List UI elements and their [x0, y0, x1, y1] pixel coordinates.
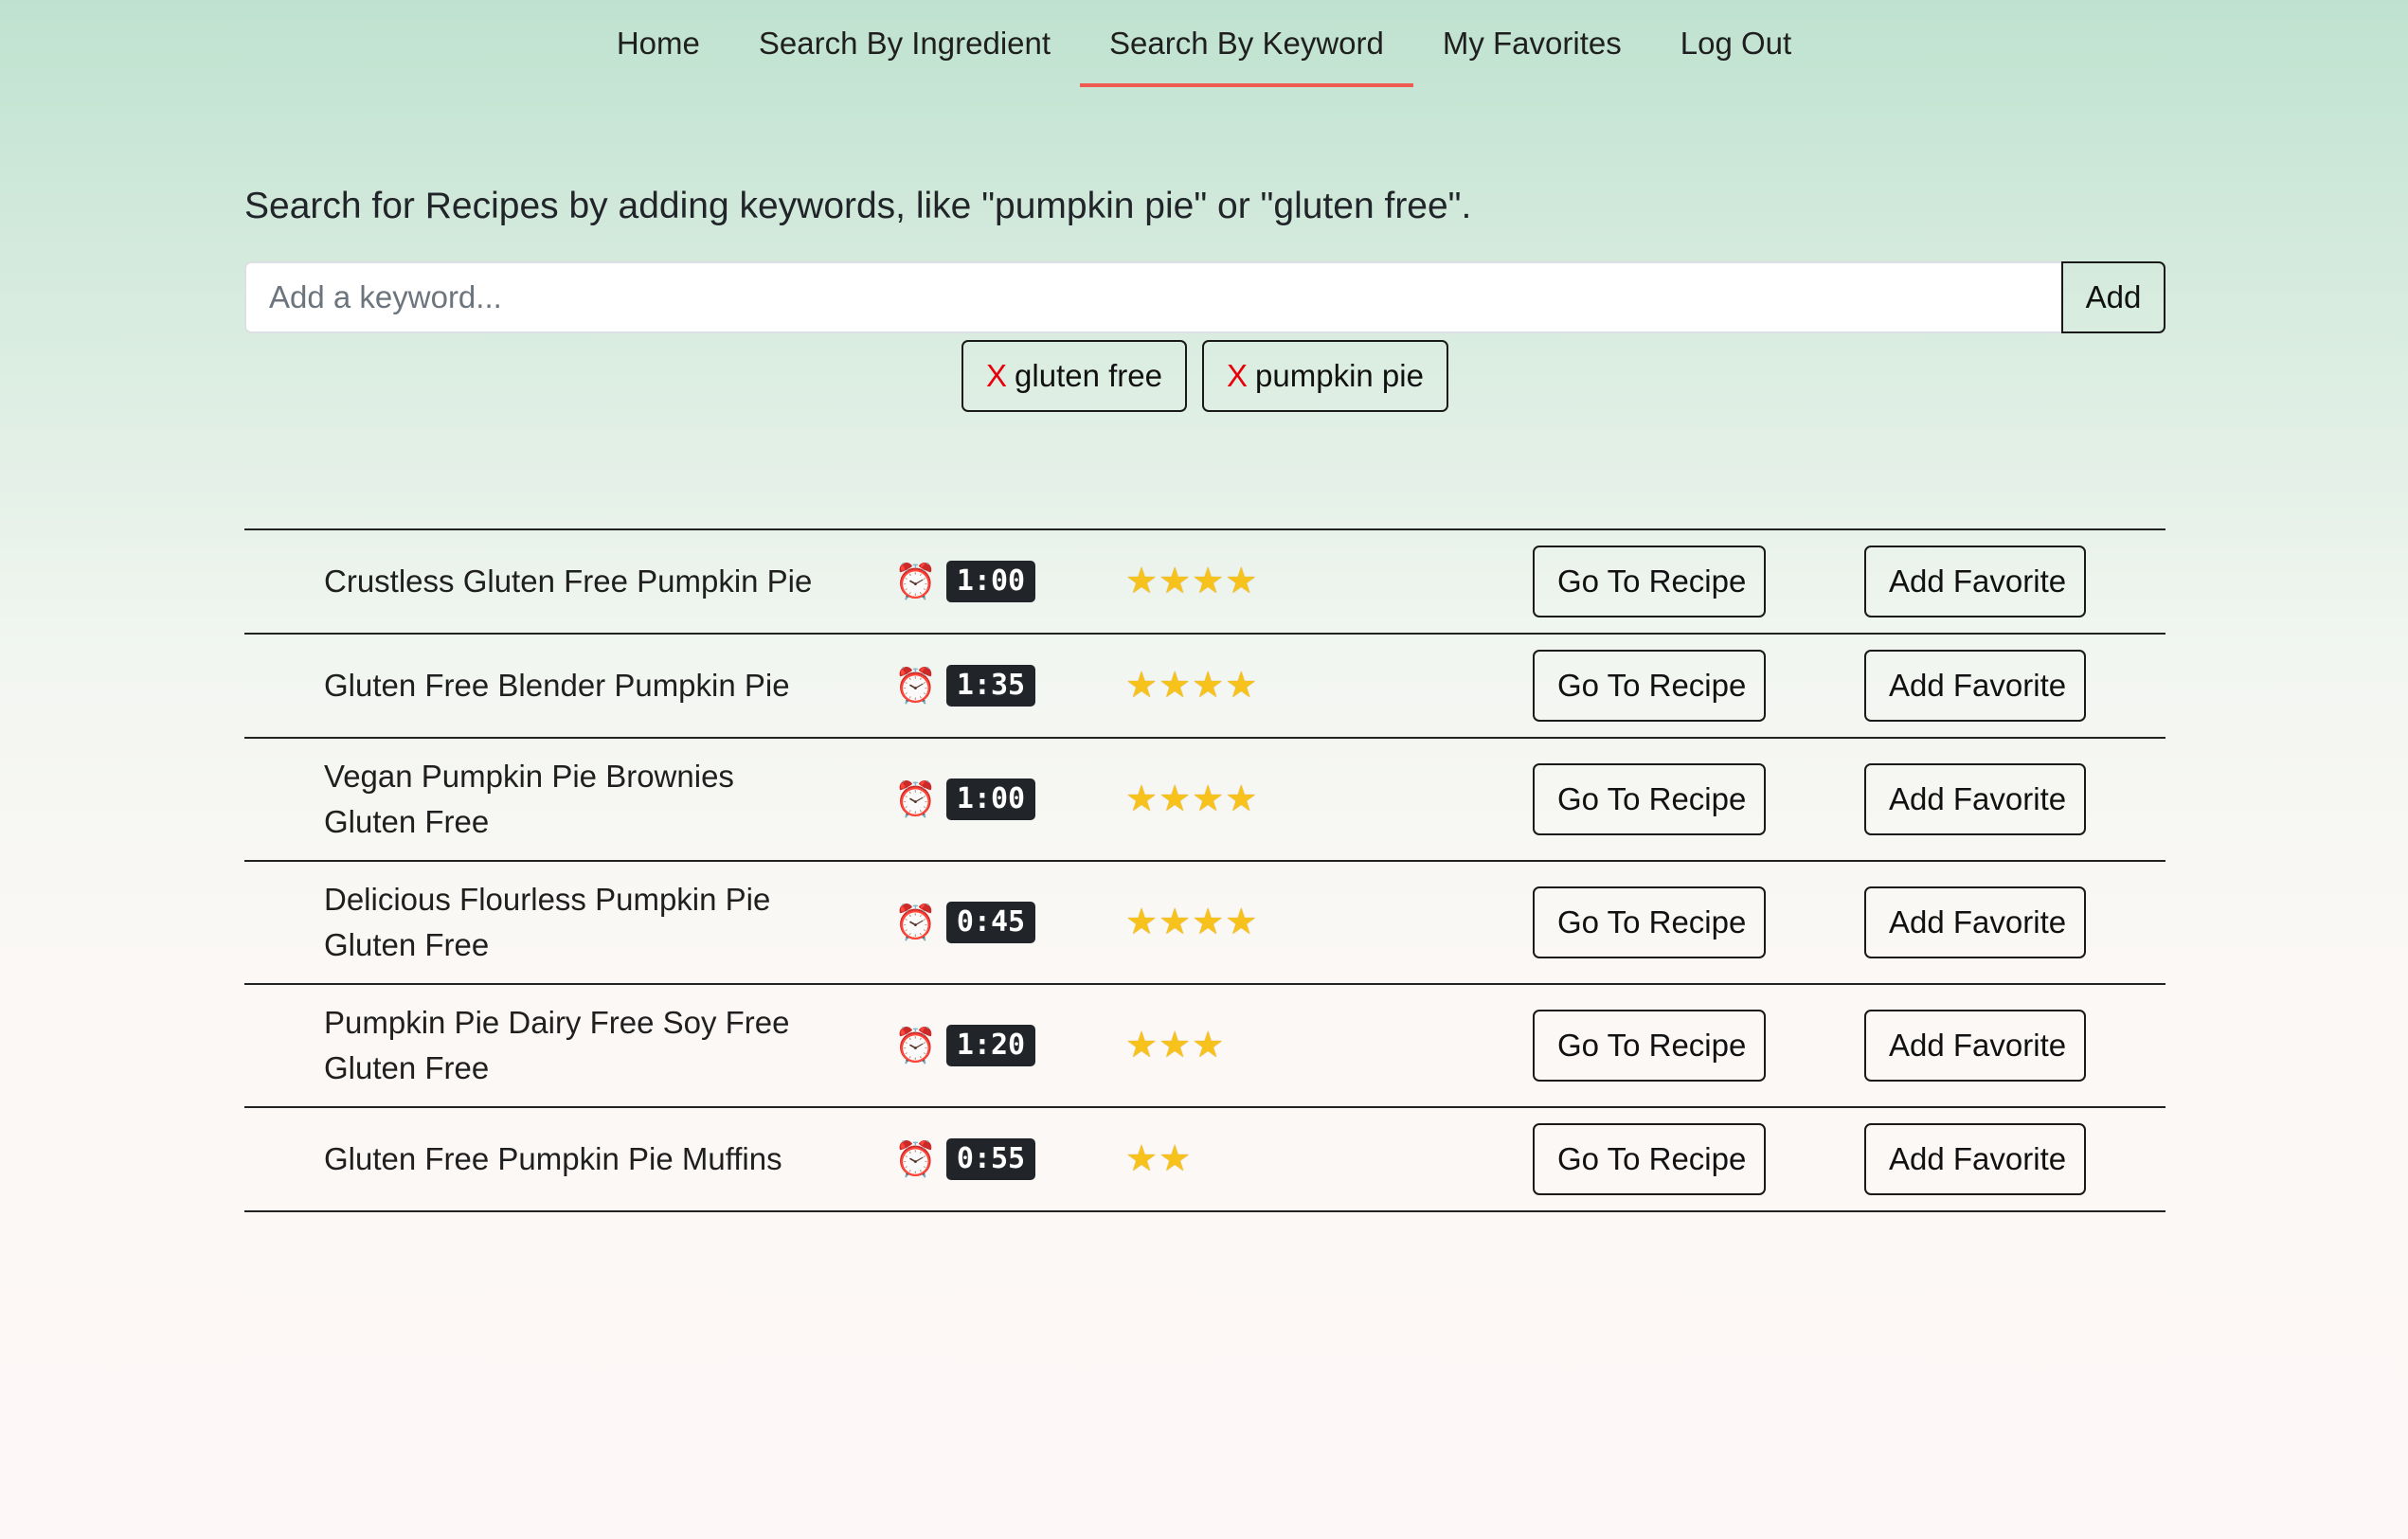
add-favorite-button[interactable]: Add Favorite: [1864, 763, 2086, 835]
recipe-row: Gluten Free Pumpkin Pie Muffins ⏰ 0:55 ★…: [244, 1108, 2165, 1212]
star-icon: ★: [1225, 666, 1258, 706]
star-icon: ★: [1159, 562, 1192, 601]
go-to-recipe-button[interactable]: Go To Recipe: [1533, 886, 1766, 958]
star-icon: ★: [1225, 903, 1258, 942]
star-icon: ★: [1225, 779, 1258, 819]
recipe-name: Gluten Free Blender Pumpkin Pie: [324, 668, 790, 703]
alarm-clock-icon: ⏰: [894, 1026, 937, 1065]
recipe-name: Pumpkin Pie Dairy Free Soy Free Gluten F…: [324, 1005, 790, 1085]
rating-stars: ★ ★ ★ ★: [1125, 904, 1258, 941]
time-badge: 0:55: [945, 1138, 1036, 1180]
recipe-row: Vegan Pumpkin Pie Brownies Gluten Free ⏰…: [244, 739, 2165, 862]
star-icon: ★: [1125, 562, 1159, 601]
star-icon: ★: [1159, 1139, 1192, 1179]
recipe-row: Gluten Free Blender Pumpkin Pie ⏰ 1:35 ★…: [244, 635, 2165, 739]
keyword-search-section: Search for Recipes by adding keywords, l…: [244, 180, 2165, 412]
time-badge: 1:00: [945, 778, 1036, 820]
recipe-time: ⏰ 1:35: [894, 665, 1036, 707]
star-icon: ★: [1125, 1026, 1159, 1065]
star-icon: ★: [1192, 666, 1225, 706]
keyword-input-group: Add: [244, 261, 2165, 333]
star-icon: ★: [1159, 1026, 1192, 1065]
time-badge: 1:00: [945, 561, 1036, 602]
rating-stars: ★ ★ ★ ★: [1125, 563, 1258, 600]
recipe-row: Pumpkin Pie Dairy Free Soy Free Gluten F…: [244, 985, 2165, 1108]
star-icon: ★: [1192, 903, 1225, 942]
nav-search-by-keyword[interactable]: Search By Keyword: [1080, 21, 1413, 87]
add-favorite-button[interactable]: Add Favorite: [1864, 650, 2086, 722]
star-icon: ★: [1225, 562, 1258, 601]
time-badge: 1:20: [945, 1025, 1036, 1066]
time-badge: 0:45: [945, 902, 1036, 943]
star-icon: ★: [1192, 1026, 1225, 1065]
add-favorite-button[interactable]: Add Favorite: [1864, 1123, 2086, 1195]
star-icon: ★: [1192, 562, 1225, 601]
star-icon: ★: [1159, 903, 1192, 942]
star-icon: ★: [1125, 779, 1159, 819]
recipe-results-table: Crustless Gluten Free Pumpkin Pie ⏰ 1:00…: [244, 528, 2165, 1212]
go-to-recipe-button[interactable]: Go To Recipe: [1533, 1123, 1766, 1195]
alarm-clock-icon: ⏰: [894, 779, 937, 818]
remove-tag-x-icon[interactable]: X: [1227, 358, 1248, 394]
keyword-tag-pumpkin-pie[interactable]: X pumpkin pie: [1202, 340, 1448, 412]
go-to-recipe-button[interactable]: Go To Recipe: [1533, 1010, 1766, 1082]
recipe-row: Delicious Flourless Pumpkin Pie Gluten F…: [244, 862, 2165, 985]
star-icon: ★: [1125, 666, 1159, 706]
star-icon: ★: [1192, 779, 1225, 819]
add-keyword-button[interactable]: Add: [2061, 261, 2165, 333]
alarm-clock-icon: ⏰: [894, 562, 937, 600]
alarm-clock-icon: ⏰: [894, 666, 937, 705]
add-favorite-button[interactable]: Add Favorite: [1864, 1010, 2086, 1082]
rating-stars: ★ ★ ★: [1125, 1027, 1225, 1065]
time-badge: 1:35: [945, 665, 1036, 707]
top-nav: Home Search By Ingredient Search By Keyw…: [0, 0, 2408, 87]
recipe-name: Delicious Flourless Pumpkin Pie Gluten F…: [324, 882, 771, 962]
alarm-clock-icon: ⏰: [894, 903, 937, 941]
recipe-row: Crustless Gluten Free Pumpkin Pie ⏰ 1:00…: [244, 530, 2165, 635]
rating-stars: ★ ★: [1125, 1140, 1192, 1178]
recipe-time: ⏰ 0:45: [894, 902, 1036, 943]
add-favorite-button[interactable]: Add Favorite: [1864, 546, 2086, 617]
recipe-name: Crustless Gluten Free Pumpkin Pie: [324, 564, 813, 599]
nav-my-favorites[interactable]: My Favorites: [1413, 21, 1651, 87]
rating-stars: ★ ★ ★ ★: [1125, 780, 1258, 818]
go-to-recipe-button[interactable]: Go To Recipe: [1533, 763, 1766, 835]
nav-search-by-ingredient[interactable]: Search By Ingredient: [729, 21, 1080, 87]
keyword-tag-label: gluten free: [1015, 358, 1162, 393]
nav-log-out[interactable]: Log Out: [1651, 21, 1821, 87]
add-favorite-button[interactable]: Add Favorite: [1864, 886, 2086, 958]
star-icon: ★: [1159, 779, 1192, 819]
recipe-time: ⏰ 0:55: [894, 1138, 1036, 1180]
star-icon: ★: [1125, 1139, 1159, 1179]
go-to-recipe-button[interactable]: Go To Recipe: [1533, 546, 1766, 617]
rating-stars: ★ ★ ★ ★: [1125, 667, 1258, 705]
recipe-time: ⏰ 1:00: [894, 561, 1036, 602]
search-prompt: Search for Recipes by adding keywords, l…: [244, 186, 1472, 226]
keyword-tag-gluten-free[interactable]: X gluten free: [961, 340, 1187, 412]
nav-home[interactable]: Home: [587, 21, 729, 87]
go-to-recipe-button[interactable]: Go To Recipe: [1533, 650, 1766, 722]
recipe-name: Gluten Free Pumpkin Pie Muffins: [324, 1141, 782, 1176]
keyword-tags: X gluten free X pumpkin pie: [244, 340, 2165, 412]
recipe-time: ⏰ 1:20: [894, 1025, 1036, 1066]
star-icon: ★: [1159, 666, 1192, 706]
recipe-name: Vegan Pumpkin Pie Brownies Gluten Free: [324, 759, 734, 839]
keyword-input[interactable]: [244, 261, 2061, 333]
keyword-tag-label: pumpkin pie: [1255, 358, 1424, 393]
star-icon: ★: [1125, 903, 1159, 942]
alarm-clock-icon: ⏰: [894, 1139, 937, 1178]
remove-tag-x-icon[interactable]: X: [986, 358, 1007, 394]
recipe-time: ⏰ 1:00: [894, 778, 1036, 820]
